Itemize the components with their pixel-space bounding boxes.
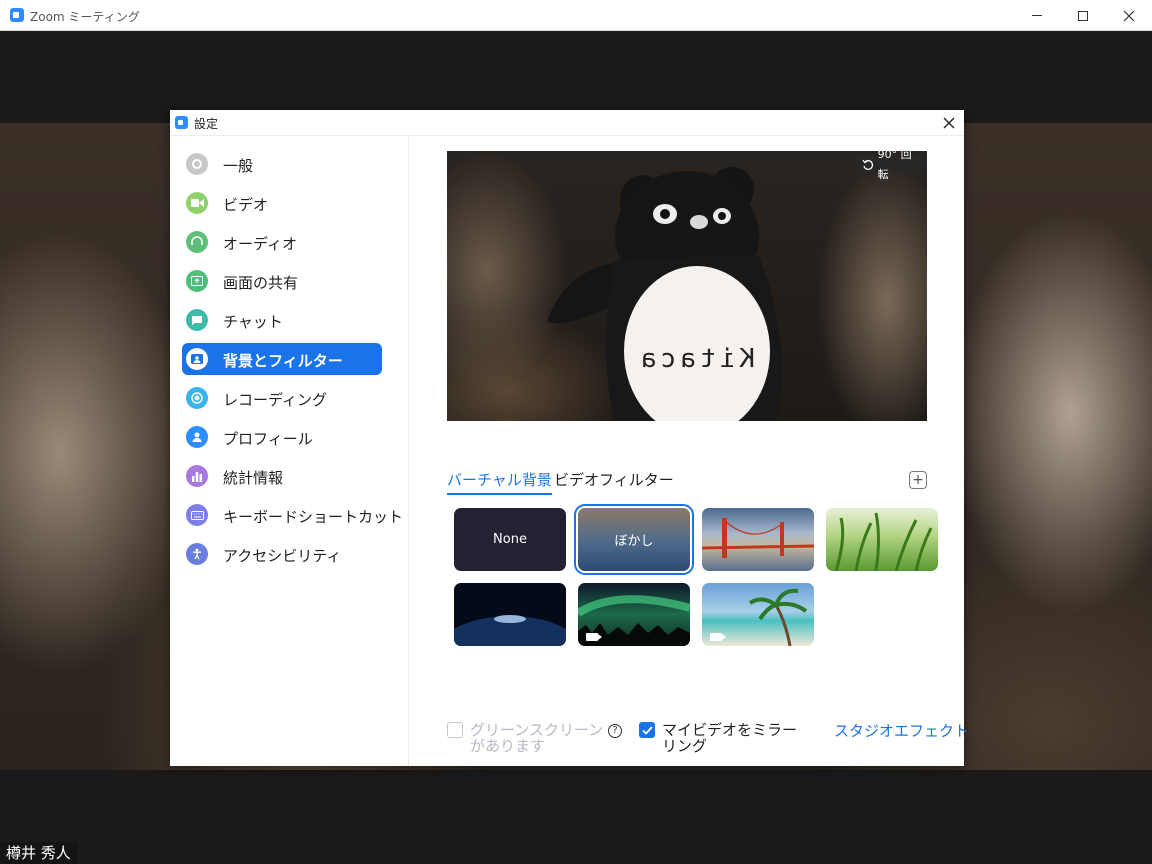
mirror-video-checkbox[interactable] <box>639 722 655 738</box>
sidebar-item-label: 一般 <box>223 157 254 175</box>
rotate-90-button[interactable]: 90° 回転 <box>856 151 927 181</box>
shirt-text: Kitaca <box>637 344 755 374</box>
sidebar-item-chat[interactable]: チャット <box>182 304 382 336</box>
background-beach[interactable] <box>702 583 814 646</box>
sidebar-item-label: ビデオ <box>223 196 269 214</box>
background-aurora[interactable] <box>578 583 690 646</box>
studio-effects-link[interactable]: スタジオエフェクト <box>834 723 969 739</box>
sidebar-item-label: 背景とフィルター <box>223 352 343 370</box>
window-title: Zoom ミーティング <box>30 10 140 24</box>
sidebar-item-background-filters[interactable]: 背景とフィルター <box>182 343 382 375</box>
record-icon <box>186 387 208 409</box>
green-screen-checkbox[interactable] <box>447 722 463 738</box>
dialog-title: 設定 <box>194 117 219 131</box>
dialog-close-button[interactable] <box>938 112 960 134</box>
settings-sidebar: 一般 ビデオ オーディオ 画面の共有 チャット 背景とフィルター レコーディング… <box>170 136 409 766</box>
share-screen-icon <box>186 270 208 292</box>
zoom-logo-icon <box>10 8 24 22</box>
dialog-titlebar: 設定 <box>170 110 964 136</box>
window-titlebar: Zoom ミーティング <box>0 0 1152 31</box>
headphones-icon <box>186 231 208 253</box>
sidebar-item-label: チャット <box>223 313 283 331</box>
close-window-button[interactable] <box>1106 0 1152 31</box>
settings-dialog: 設定 一般 ビデオ オーディオ 画面の共有 チャット 背景とフィルター レコーデ… <box>170 110 969 766</box>
green-screen-label: グリーンスクリーンがあります <box>470 721 604 755</box>
maximize-icon <box>1078 10 1088 21</box>
settings-content: Kitaca 90° 回転 バーチャル背景 ビデオフィルター + None ぼか… <box>410 136 969 766</box>
sidebar-item-share-screen[interactable]: 画面の共有 <box>182 265 382 297</box>
bridge-image <box>702 518 814 558</box>
rotate-icon <box>862 159 874 170</box>
help-icon[interactable]: ? <box>608 724 622 738</box>
minimize-icon <box>1032 15 1042 16</box>
plush-toy-image <box>547 167 782 421</box>
participant-name: 樽井 秀人 <box>0 842 77 864</box>
sidebar-item-accessibility[interactable]: アクセシビリティ <box>182 538 382 570</box>
close-icon <box>1123 10 1135 21</box>
keyboard-icon <box>186 504 208 526</box>
sidebar-item-statistics[interactable]: 統計情報 <box>182 460 382 492</box>
grass-image <box>834 512 933 571</box>
sidebar-item-keyboard-shortcuts[interactable]: キーボードショートカット <box>182 499 403 531</box>
sidebar-item-label: レコーディング <box>223 391 327 409</box>
tab-virtual-background[interactable]: バーチャル背景 <box>447 469 552 495</box>
accessibility-icon <box>186 543 208 565</box>
sidebar-item-general[interactable]: 一般 <box>182 148 382 180</box>
sidebar-item-recording[interactable]: レコーディング <box>182 382 382 414</box>
minimize-button[interactable] <box>1014 0 1060 31</box>
background-grass[interactable] <box>826 508 938 571</box>
sidebar-item-label: アクセシビリティ <box>223 547 342 565</box>
sidebar-item-label: 画面の共有 <box>223 274 299 292</box>
gear-icon <box>186 153 208 175</box>
zoom-logo-icon <box>175 116 188 129</box>
background-none[interactable]: None <box>454 508 566 571</box>
maximize-button[interactable] <box>1060 0 1106 31</box>
video-camera-icon <box>186 192 208 214</box>
background-golden-gate[interactable] <box>702 508 814 571</box>
sidebar-item-label: キーボードショートカット <box>223 508 404 526</box>
sidebar-item-audio[interactable]: オーディオ <box>182 226 382 258</box>
profile-icon <box>186 426 208 448</box>
earth-image <box>454 615 566 646</box>
video-background-icon <box>586 633 602 641</box>
sidebar-item-label: プロフィール <box>223 430 313 448</box>
video-background-icon <box>710 633 726 641</box>
sidebar-item-video[interactable]: ビデオ <box>182 187 382 219</box>
camera-preview: Kitaca 90° 回転 <box>447 151 927 421</box>
checkmark-icon <box>641 725 653 735</box>
close-icon <box>943 117 955 129</box>
rotate-label: 90° 回転 <box>877 151 912 181</box>
tab-video-filter[interactable]: ビデオフィルター <box>554 469 674 490</box>
background-person-icon <box>186 348 208 370</box>
add-background-button[interactable]: + <box>909 471 927 489</box>
thumb-label: ぼかし <box>614 534 654 549</box>
background-blur[interactable]: ぼかし <box>574 504 694 575</box>
statistics-icon <box>186 465 208 487</box>
thumb-label: None <box>493 532 527 547</box>
plus-icon: + <box>912 472 924 488</box>
background-earth[interactable] <box>454 583 566 646</box>
sidebar-item-label: 統計情報 <box>223 469 284 487</box>
sidebar-item-label: オーディオ <box>223 235 297 253</box>
mirror-video-label: マイビデオをミラーリング <box>662 721 798 755</box>
sidebar-item-profile[interactable]: プロフィール <box>182 421 382 453</box>
chat-bubble-icon <box>186 309 208 331</box>
